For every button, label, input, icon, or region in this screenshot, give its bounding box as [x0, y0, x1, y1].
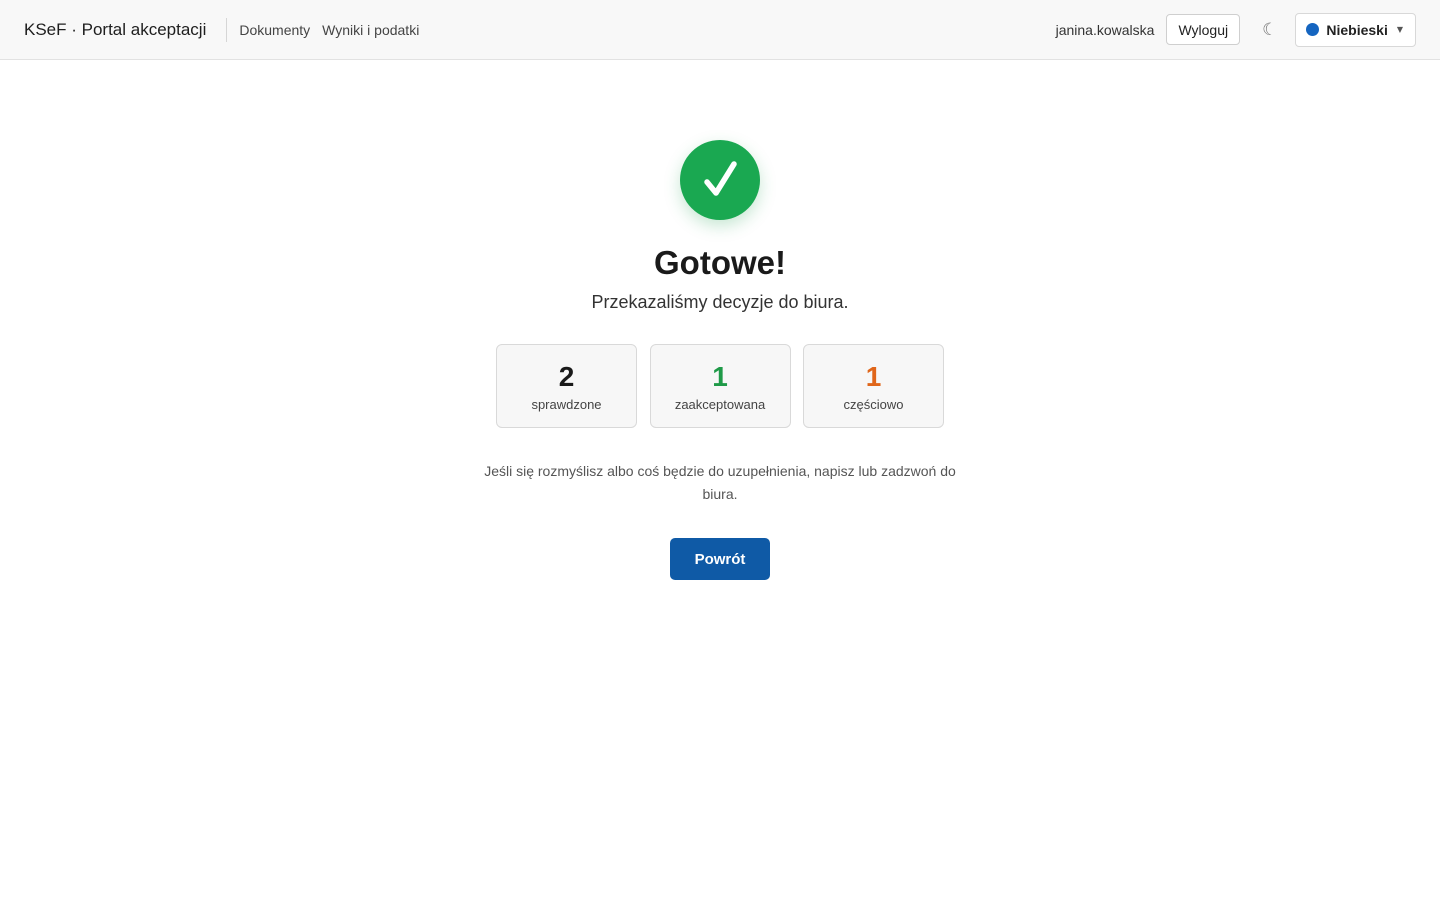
username-label: janina.kowalska: [1055, 21, 1155, 38]
app-brand[interactable]: KSeF · Portal akceptacji: [24, 17, 228, 42]
stat-value-accepted: 1: [712, 360, 728, 392]
theme-select[interactable]: Niebieski ▼: [1295, 12, 1416, 47]
checkmark-icon: [704, 161, 737, 196]
theme-select-label: Niebieski: [1326, 21, 1388, 38]
stat-card-checked: 2 sprawdzone: [496, 344, 637, 428]
success-badge: [680, 140, 760, 220]
stat-card-partial: 1 częściowo: [803, 344, 944, 428]
stat-label-accepted: zaakceptowana: [674, 396, 766, 412]
user-area: janina.kowalska Wyloguj ☾ Niebieski ▼: [1055, 12, 1416, 47]
stats-row: 2 sprawdzone 1 zaakceptowana 1 częściowo: [496, 344, 944, 428]
contact-note: Jeśli się rozmyślisz albo coś będzie do …: [484, 463, 956, 502]
moon-icon[interactable]: ☾: [1262, 20, 1277, 40]
chevron-down-icon: ▼: [1396, 25, 1403, 34]
stat-label-partial: częściowo: [843, 396, 904, 412]
back-button[interactable]: Powrót: [670, 538, 770, 580]
theme-color-dot: [1306, 23, 1320, 36]
stat-value-checked: 2: [558, 360, 575, 392]
stat-card-accepted: 1 zaakceptowana: [649, 344, 791, 428]
nav-link-wyniki[interactable]: Wyniki i podatki: [322, 18, 419, 42]
logout-button[interactable]: Wyloguj: [1166, 14, 1241, 45]
stat-label-checked: sprawdzone: [531, 396, 602, 412]
page-subtitle: Przekazaliśmy decyzje do biura.: [591, 292, 849, 312]
top-navbar: KSeF · Portal akceptacji Dokumenty Wynik…: [0, 0, 1440, 60]
nav-link-dokumenty[interactable]: Dokumenty: [239, 18, 310, 42]
stat-value-partial: 1: [865, 360, 882, 392]
page-title: Gotowe!: [654, 244, 786, 281]
main-nav: Dokumenty Wyniki i podatki: [239, 18, 431, 42]
